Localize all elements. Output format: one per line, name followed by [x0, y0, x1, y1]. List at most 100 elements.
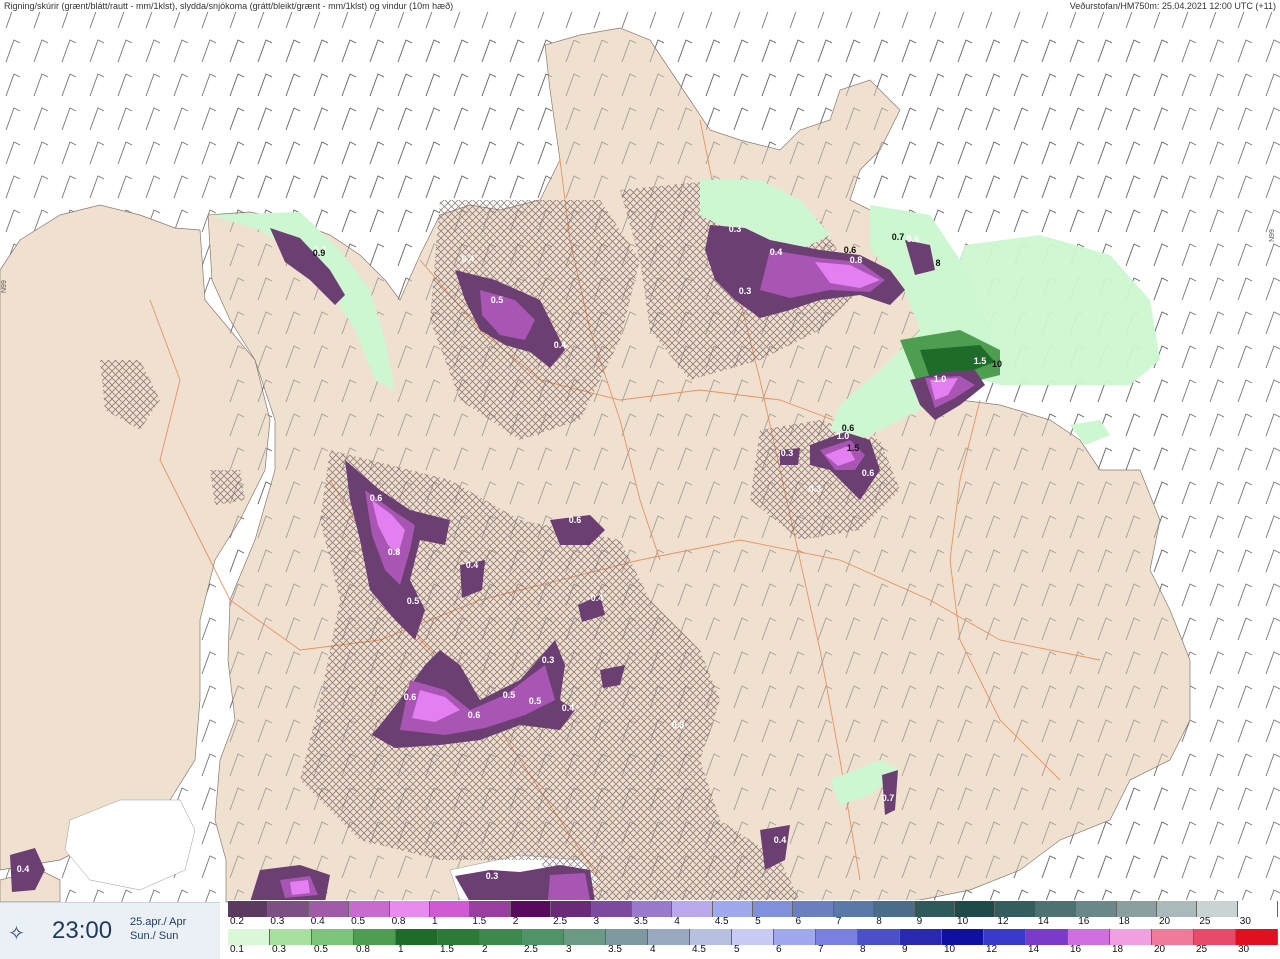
legend-swatch [312, 929, 354, 945]
forecast-map[interactable]: 0.30.40.50.40.30.4 0.60.80.30.7 0.681.51.0… [0, 0, 1280, 958]
legend-swatch [942, 929, 984, 945]
weather-service-icon: ✧ [8, 923, 25, 945]
legend-label: 1 [431, 916, 438, 927]
legend-label: 12 [997, 916, 1009, 927]
legend-label: 12 [986, 944, 998, 955]
legend-swatch [591, 901, 632, 917]
legend-label: 2 [482, 944, 488, 955]
precipitation-value-label: 0.7 [892, 232, 905, 242]
legend-swatch [874, 901, 915, 917]
legend-label: 25 [1196, 944, 1208, 955]
precipitation-value-label: 0.4 [591, 593, 604, 603]
legend-label: 8 [860, 944, 866, 955]
legend-swatch [955, 901, 996, 917]
legend-label: 0.1 [230, 944, 244, 955]
legend-swatch [308, 901, 350, 917]
legend-swatch [753, 901, 794, 917]
precipitation-value-label: 1.5 [847, 443, 860, 453]
legend-label: 16 [1070, 944, 1082, 955]
legend-label: 2.5 [553, 916, 568, 927]
precipitation-value-label: 0.4 [466, 560, 479, 570]
precipitation-value-label: 0.5 [503, 690, 516, 700]
legend-swatch [480, 929, 522, 945]
legend-label: 0.4 [310, 916, 325, 927]
precipitation-value-label: 0.5 [491, 295, 504, 305]
precipitation-value-label: 0.8 [388, 547, 401, 557]
legend-swatch [774, 929, 816, 945]
precipitation-value-label: 0.3 [672, 720, 685, 730]
time-panel: ✧ 23:00 25.apr./ Apr Sun./ Sun [0, 902, 220, 959]
legend-swatch [396, 929, 438, 945]
precipitation-legend: 0.2 0.3 0.4 0.5 0.8 1 1.5 2 2.5 3 3.5 4 4.5 5 6 7 8 9 10 12… [228, 900, 1280, 958]
precipitation-value-label: 0.9 [313, 248, 326, 258]
legend-label: 5 [734, 944, 740, 955]
precipitation-value-label: 0.6 [844, 245, 857, 255]
precipitation-value-label: 0.4 [774, 835, 787, 845]
legend-swatch [1197, 901, 1238, 917]
precipitation-value-label: 0.3 [542, 655, 555, 665]
legend-swatch [858, 929, 900, 945]
legend-label: 1 [398, 944, 404, 955]
precipitation-value-label: 0.7 [882, 793, 895, 803]
precipitation-value-label: 10 [992, 359, 1002, 369]
legend-label: 20 [1154, 944, 1166, 955]
legend-label: 7 [835, 916, 842, 927]
legend-label: 6 [795, 916, 802, 927]
map-title: Rigning/skúrir (grænt/blátt/rautt - mm/1… [4, 1, 454, 11]
legend-swatch [732, 929, 774, 945]
legend-label: 10 [957, 916, 969, 927]
legend-swatch [900, 929, 942, 945]
precipitation-value-label: 8 [935, 258, 940, 268]
precipitation-value-label: 0.4 [17, 864, 30, 874]
precipitation-value-label: 0.4 [462, 254, 475, 264]
precipitation-value-label: 0.3 [809, 484, 822, 494]
legend-swatch [793, 901, 834, 917]
legend-label: 1.5 [440, 944, 454, 955]
legend-label: 16 [1078, 916, 1090, 927]
legend-swatch [1116, 901, 1157, 917]
legend-swatch [510, 901, 552, 917]
precipitation-value-label: 0.3 [729, 224, 742, 234]
legend-rain-labels: 0.1 0.3 0.5 0.8 1 1.5 2 2.5 3 3.5 4 4.5 5 6 7 8 9 10 12 14 1… [228, 944, 1278, 955]
precipitation-value-label: 0.6 [907, 234, 920, 244]
legend-label: 30 [1238, 944, 1250, 955]
legend-swatch [522, 929, 564, 945]
precipitation-value-label: 0.3 [739, 286, 752, 296]
legend-label: 18 [1118, 916, 1130, 927]
precipitation-value-label: 0.6 [468, 710, 481, 720]
legend-label: 20 [1158, 916, 1171, 927]
legend-label: 1.5 [472, 916, 487, 927]
precipitation-value-label: 0.6 [862, 468, 875, 478]
legend-swatch [1237, 901, 1279, 917]
legend-swatch [1035, 901, 1077, 917]
legend-label: 2.5 [524, 944, 538, 955]
legend-label: 25 [1199, 916, 1211, 927]
legend-swatch [914, 901, 956, 917]
legend-label: 6 [776, 944, 782, 955]
legend-swatch [270, 929, 312, 945]
legend-swatch [995, 901, 1036, 917]
grid-label-right: N99 [1269, 229, 1277, 242]
legend-swatch [228, 929, 270, 945]
precipitation-value-label: 0.4 [770, 247, 783, 257]
legend-label: 3.5 [608, 944, 622, 955]
time-date-line2: Sun./ Sun [130, 930, 179, 942]
legend-swatch [1076, 901, 1117, 917]
legend-label: 4 [674, 916, 680, 927]
precipitation-value-label: 1.5 [974, 356, 987, 366]
precipitation-value-label: 0.5 [407, 596, 420, 606]
legend-label: 14 [1028, 944, 1040, 955]
precipitation-value-label: 0.3 [486, 871, 499, 881]
legend-swatch [1194, 929, 1236, 945]
legend-swatch [429, 901, 471, 917]
legend-swatch [438, 929, 480, 945]
precipitation-value-label: 0.6 [370, 493, 383, 503]
legend-label: 4 [650, 944, 656, 955]
legend-label: 9 [916, 916, 923, 927]
legend-swatch [648, 929, 690, 945]
precipitation-value-label: 1.0 [934, 374, 947, 384]
time-date-line1: 25.apr./ Apr [130, 916, 187, 928]
legend-swatch [228, 901, 269, 917]
legend-swatch [1152, 929, 1194, 945]
precipitation-value-label: 0.3 [781, 448, 794, 458]
